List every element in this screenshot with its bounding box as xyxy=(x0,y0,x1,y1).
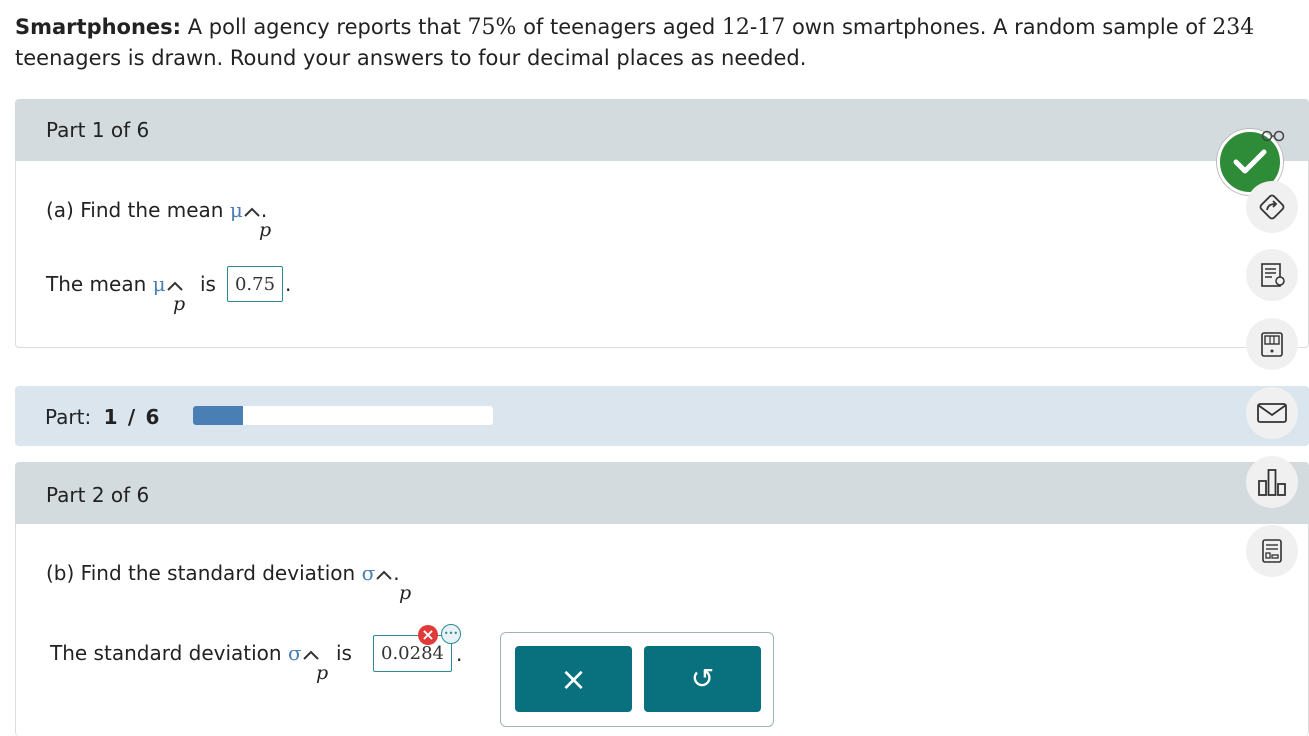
part1-header-label: Part 1 of 6 xyxy=(46,118,150,142)
calculator-icon xyxy=(1261,332,1283,357)
sigma-symbol: σ xyxy=(287,641,302,665)
message-button[interactable] xyxy=(1246,387,1298,439)
part2-header: Part 2 of 6 xyxy=(15,462,1309,524)
hat-icon xyxy=(166,281,183,291)
explanation-button[interactable] xyxy=(1246,249,1298,301)
sd-answer-input[interactable]: 0.0284 xyxy=(373,635,452,672)
problem-line-1: Smartphones: A poll agency reports that … xyxy=(15,15,1255,40)
undo-icon: ↺ xyxy=(690,662,715,695)
redo-button[interactable] xyxy=(1246,181,1298,233)
calculator-button[interactable] xyxy=(1246,318,1298,370)
mu-symbol: μ xyxy=(229,198,243,222)
part2-answer-line: The standard deviation σ is xyxy=(50,641,352,665)
part2-question: (b) Find the standard deviation σ. xyxy=(46,561,400,585)
mu-symbol: μ xyxy=(152,272,166,296)
part2-header-label: Part 2 of 6 xyxy=(46,483,150,507)
hat-icon xyxy=(302,650,319,660)
clear-button[interactable]: × xyxy=(515,646,632,712)
redo-icon xyxy=(1259,194,1285,220)
chart-icon xyxy=(1258,469,1286,496)
age-range: 12-17 xyxy=(721,15,786,40)
part1-answer-sub: p xyxy=(173,293,186,315)
statistics-button[interactable] xyxy=(1246,456,1298,508)
sigma-symbol: σ xyxy=(361,561,376,585)
hat-icon xyxy=(376,570,392,580)
part2-question-sub: p xyxy=(399,582,412,604)
explanation-icon xyxy=(1261,263,1285,287)
part1-answer-period: . xyxy=(285,272,292,296)
progress-label: Part: 1 / 6 xyxy=(45,405,160,429)
glasses-icon[interactable] xyxy=(1260,130,1286,142)
data-icon xyxy=(1262,539,1282,563)
part2-answer-period: . xyxy=(456,642,463,666)
mean-answer-input[interactable]: 0.75 xyxy=(227,266,283,302)
checkmark-icon xyxy=(1233,149,1267,174)
close-icon: × xyxy=(560,660,587,698)
progress-current: 1 xyxy=(103,405,118,429)
hat-icon xyxy=(244,207,260,217)
part1-question-sub: p xyxy=(259,219,272,241)
incorrect-icon: × xyxy=(418,625,438,645)
problem-title: Smartphones: xyxy=(15,15,182,39)
part1-body xyxy=(15,161,1309,348)
part1-question: (a) Find the mean μ. xyxy=(46,198,268,222)
progress-total: 6 xyxy=(145,405,160,429)
undo-button[interactable]: ↺ xyxy=(644,646,761,712)
problem-statement: Smartphones: A poll agency reports that … xyxy=(15,12,1285,74)
mail-icon xyxy=(1257,403,1287,423)
data-button[interactable] xyxy=(1246,525,1298,577)
more-options-icon[interactable]: ••• xyxy=(441,624,461,644)
sample-size: 234 xyxy=(1212,15,1255,40)
part1-answer-line: The mean μ is xyxy=(46,272,216,296)
part1-header: Part 1 of 6 xyxy=(15,99,1309,161)
percent-value: 75% xyxy=(467,15,517,40)
progress-fill xyxy=(193,406,243,425)
problem-line-2: teenagers is drawn. Round your answers t… xyxy=(15,46,807,70)
part2-answer-sub: p xyxy=(316,662,329,684)
